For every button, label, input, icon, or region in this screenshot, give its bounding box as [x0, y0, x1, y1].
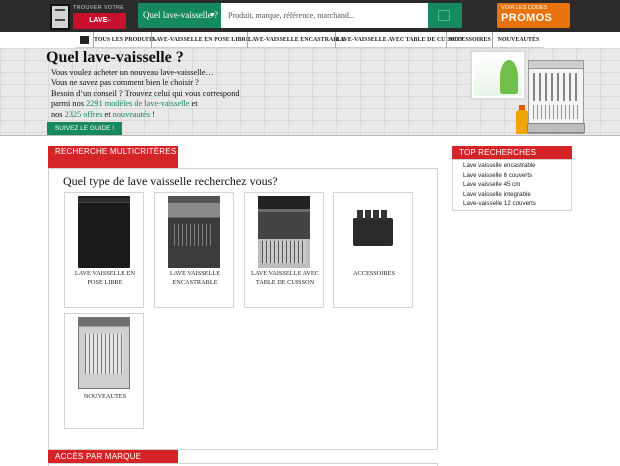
chevron-down-icon: ▼ [209, 11, 216, 19]
page: TROUVER VOTRE LAVE-VAISSELLE Quel lave-v… [0, 0, 620, 466]
brand-access-heading: ACCÈS PAR MARQUE [48, 450, 178, 463]
dishwasher-illustration [527, 60, 585, 134]
hero-line: Vous voulez acheter un nouveau lave-vais… [51, 68, 214, 77]
plant-illustration [500, 60, 518, 94]
hero-line: Vous ne savez pas comment bien le choisi… [51, 78, 199, 88]
top-search-link[interactable]: Lave vaisselle integrable [463, 190, 571, 200]
promo-label: PROMOS [501, 12, 553, 24]
category-label: LAVE VAISSELLE AVEC TABLE DE CUISSON [251, 270, 319, 286]
top-search-link[interactable]: Lave vaisselle 6 couverts [463, 171, 571, 181]
hero-line: parmi nos 2291 modèles de lave-vaisselle… [51, 99, 291, 109]
category-card-accessories[interactable]: ACCESSOIRES [333, 192, 413, 308]
dishwasher-panel [529, 61, 583, 69]
hero-line: Besoin d’un conseil ? Trouvez celui qui … [51, 88, 240, 98]
top-search-link[interactable]: Lave vaisselle encastrable [463, 161, 571, 171]
main-nav: TOUS LES PRODUITS LAVE-VAISSELLE EN POSE… [76, 32, 544, 48]
search-icon [438, 10, 450, 21]
nav-new[interactable]: NOUVEAUTÉS [492, 32, 544, 48]
category-card-new[interactable]: NOUVEAUTES [64, 313, 144, 429]
nav-all-products[interactable]: TOUS LES PRODUITS [93, 32, 156, 48]
follow-guide-button[interactable]: SUIVEZ LE GUIDE ! [47, 122, 122, 135]
hero-banner: Quel lave-vaisselle ? Vous voulez achete… [0, 48, 620, 136]
category-card-built-in[interactable]: LAVE VAISSELLE ENCASTRABLE [154, 192, 234, 308]
freestanding-dishwasher-image [78, 196, 130, 268]
search-button[interactable] [428, 3, 462, 28]
hero-title: Quel lave-vaisselle ? [46, 49, 184, 66]
promo-caption: VOIR LES CODES [501, 5, 548, 11]
dishwasher-door [527, 123, 585, 133]
logo-tagline: TROUVER VOTRE [73, 5, 125, 11]
nav-home[interactable] [76, 32, 93, 48]
hero-text-fragment: et [189, 99, 198, 109]
search-category-select[interactable]: Quel lave-vaisselle ? ▼ [138, 3, 221, 28]
hero-text: Vous voulez acheter un nouveau lave-vais… [51, 68, 291, 120]
new-products-link[interactable]: nouveautés [113, 110, 150, 119]
hero-text-fragment: ! [149, 109, 155, 119]
category-card-with-cooktop[interactable]: LAVE VAISSELLE AVEC TABLE DE CUISSON [244, 192, 324, 308]
dishwasher-logo-icon [50, 4, 70, 30]
built-in-dishwasher-image [168, 196, 220, 268]
promo-codes-button[interactable]: VOIR LES CODES PROMOS [497, 3, 570, 28]
accessory-basket-image [347, 196, 399, 268]
category-question: Quel type de lave vaisselle recherchez v… [63, 174, 278, 188]
dishwasher-rack [533, 105, 579, 119]
top-searches-heading: TOP RECHERCHES [452, 146, 572, 159]
hero-text-fragment: et [102, 109, 113, 119]
top-search-link[interactable]: Lave-vaisselle 12 couverts [463, 199, 571, 209]
hero-line: nos 2325 offres et nouveautés ! [51, 110, 291, 120]
nav-with-cooktop[interactable]: LAVE-VAISSELLE AVEC TABLE DE CUISSON [335, 32, 464, 48]
multicriteria-heading: RECHERCHE MULTICRITÈRES [48, 146, 178, 168]
category-label: ACCESSOIRES [353, 270, 395, 277]
nav-accessories[interactable]: ACCESSOIRES [446, 32, 492, 48]
multicriteria-panel: Quel type de lave vaisselle recherchez v… [48, 168, 438, 450]
top-searches-list: Lave vaisselle encastrable Lave vaissell… [452, 159, 572, 211]
top-search-link[interactable]: Lave vaisselle 45 cm [463, 180, 571, 190]
category-label: LAVE VAISSELLE ENCASTRABLE [169, 270, 221, 286]
logo-wordmark: LAVE-VAISSELLE [73, 13, 126, 40]
hero-text-fragment: parmi nos [51, 99, 87, 109]
nav-freestanding[interactable]: LAVE-VAISSELLE EN POSE LIBRE [151, 32, 250, 48]
offers-count-link[interactable]: 2325 offres [65, 110, 103, 119]
kitchen-window-illustration [470, 50, 526, 100]
search-category-label: Quel lave-vaisselle ? [143, 10, 218, 20]
category-label: NOUVEAUTES [83, 393, 127, 400]
nav-built-in[interactable]: LAVE-VAISSELLE ENCASTRABLE [247, 32, 345, 48]
new-dishwasher-image [78, 317, 130, 389]
cooktop-dishwasher-image [258, 196, 310, 268]
search-bar: Quel lave-vaisselle ? ▼ [138, 3, 462, 28]
category-card-freestanding[interactable]: LAVE VAISSELLE EN POSE LIBRE [64, 192, 144, 308]
search-input[interactable] [222, 3, 428, 28]
models-count-link[interactable]: 2291 modèles de lave-vaisselle [86, 99, 189, 108]
dishwasher-rack [533, 73, 579, 101]
home-icon [80, 36, 89, 44]
category-label: LAVE VAISSELLE EN POSE LIBRE [74, 270, 136, 286]
top-bar: TROUVER VOTRE LAVE-VAISSELLE Quel lave-v… [0, 0, 620, 40]
hero-text-fragment: nos [51, 109, 65, 119]
site-logo[interactable]: TROUVER VOTRE LAVE-VAISSELLE [50, 4, 126, 40]
